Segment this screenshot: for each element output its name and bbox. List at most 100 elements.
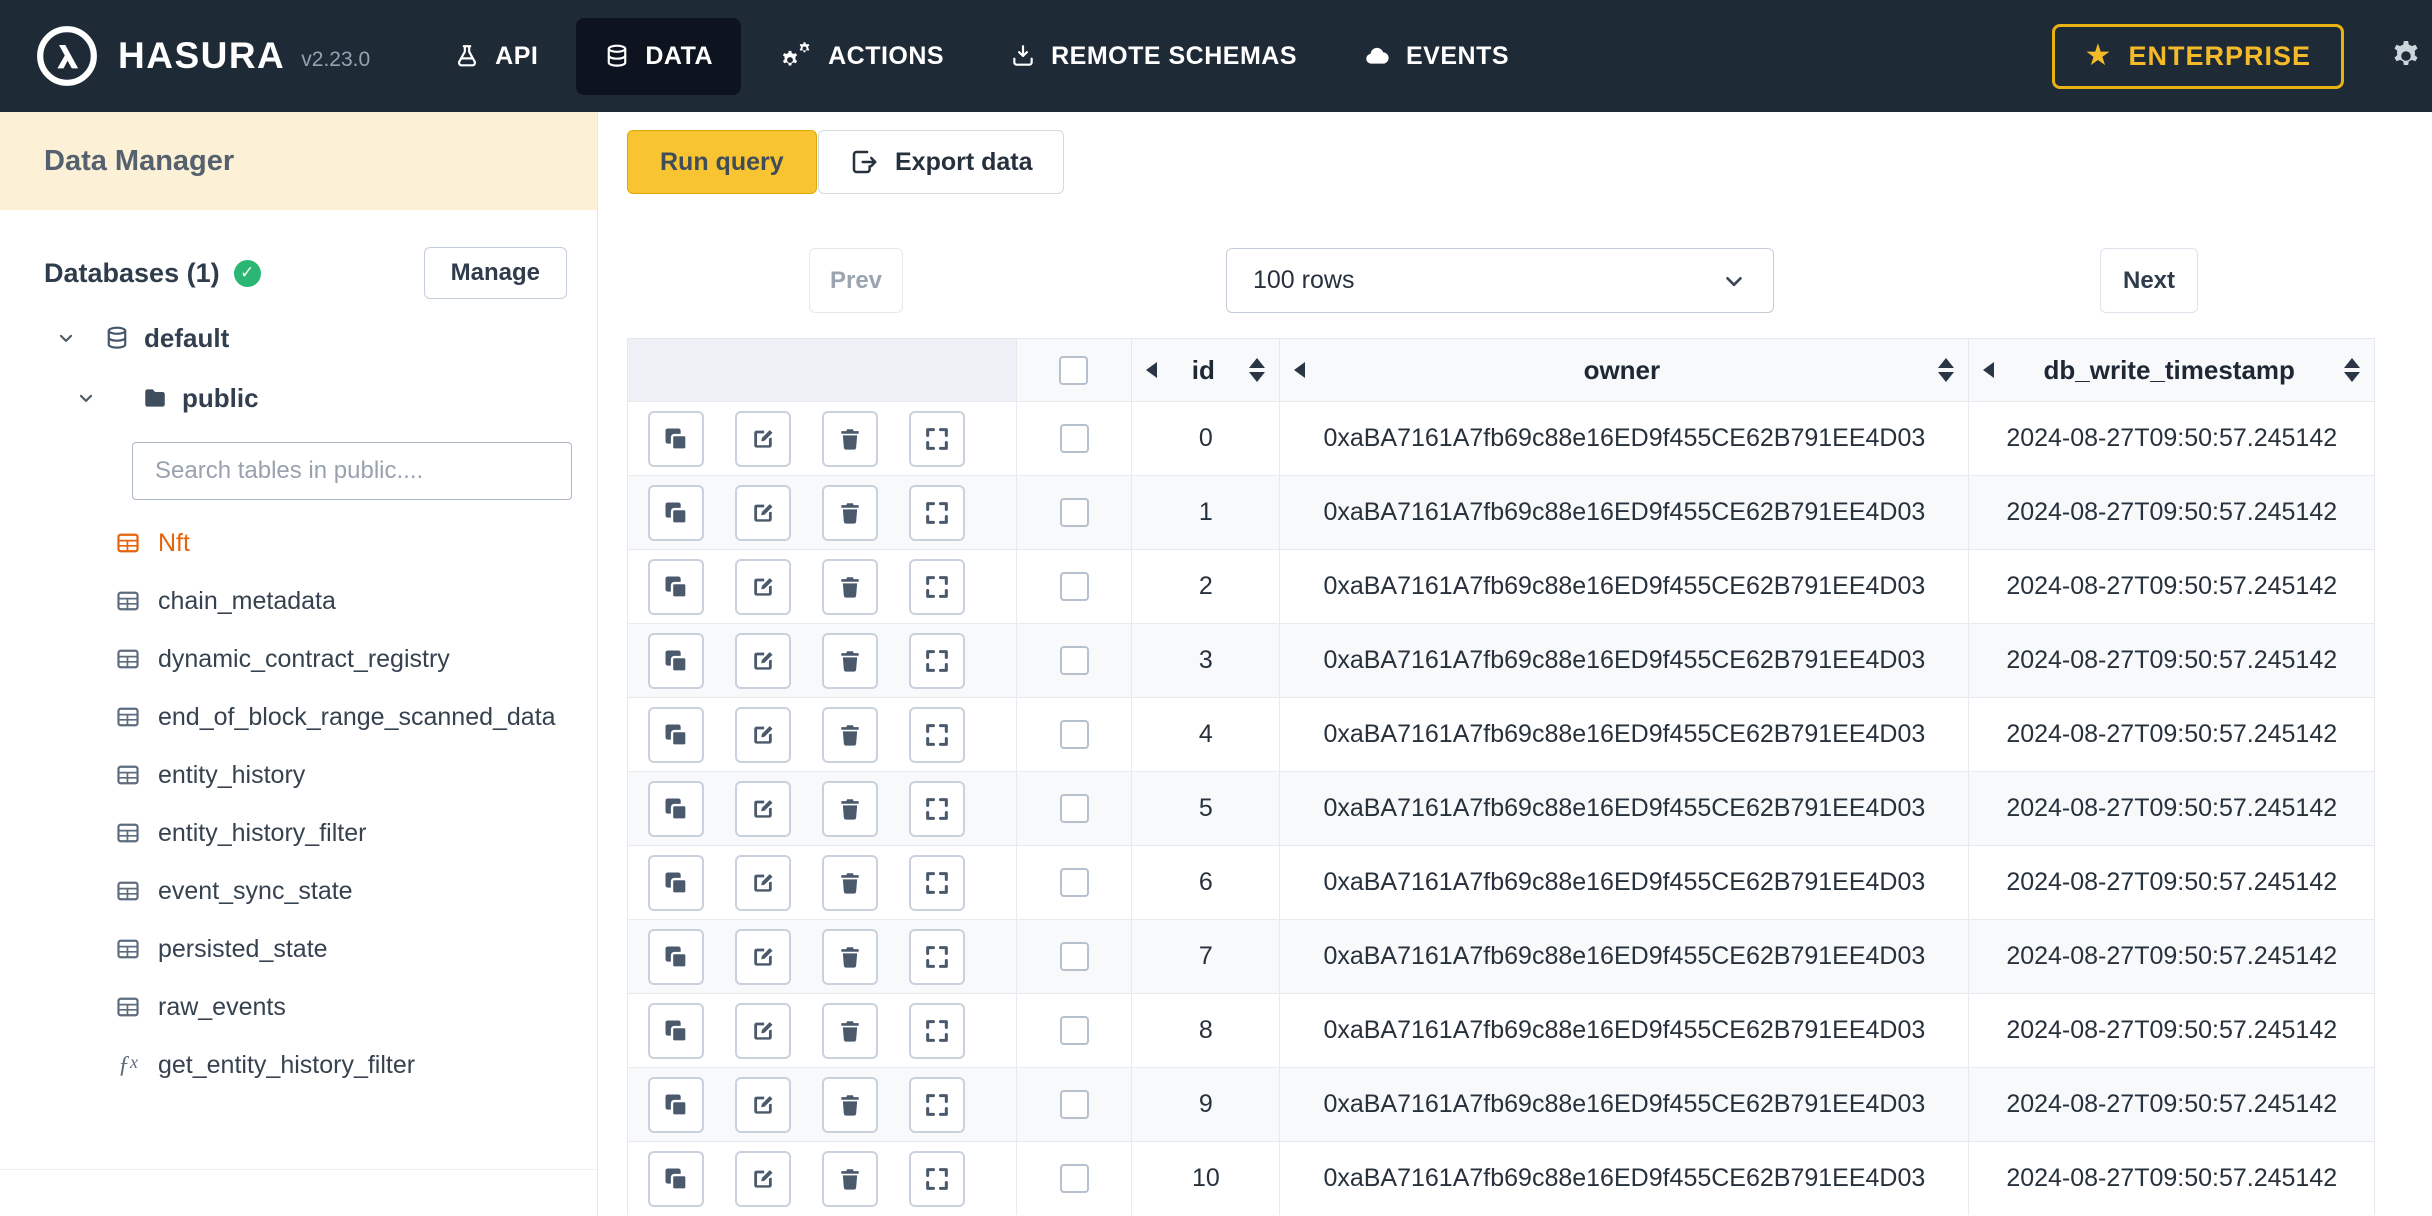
delete-row-button[interactable]: [822, 1002, 878, 1059]
nav-item-data[interactable]: DATA: [576, 17, 742, 95]
clone-row-button[interactable]: [648, 854, 704, 911]
tree-item-schema-public[interactable]: public: [0, 372, 597, 424]
expand-row-button[interactable]: [909, 1002, 965, 1059]
edit-row-button[interactable]: [735, 1076, 791, 1133]
column-header-db-write-timestamp[interactable]: db_write_timestamp: [1969, 339, 2374, 401]
clone-row-button[interactable]: [648, 1150, 704, 1207]
row-checkbox[interactable]: [1059, 1016, 1089, 1045]
tree-item-database-default[interactable]: default: [0, 312, 597, 364]
clone-row-button[interactable]: [648, 928, 704, 985]
clone-row-button[interactable]: [648, 632, 704, 689]
expand-row-button[interactable]: [909, 854, 965, 911]
cell-db-write-timestamp: 2024-08-27T09:50:57.245142: [2006, 572, 2338, 600]
sidebar-table-item[interactable]: Nft: [0, 514, 597, 572]
expand-row-button[interactable]: [909, 410, 965, 467]
row-checkbox[interactable]: [1059, 720, 1089, 749]
edit-row-button[interactable]: [735, 780, 791, 837]
delete-row-button[interactable]: [822, 558, 878, 615]
delete-row-button[interactable]: [822, 1076, 878, 1133]
sidebar-table-item[interactable]: end_of_block_range_scanned_data: [0, 688, 597, 746]
trash-icon: [837, 722, 863, 748]
row-checkbox[interactable]: [1059, 1090, 1089, 1119]
expand-row-button[interactable]: [909, 484, 965, 541]
row-checkbox[interactable]: [1059, 942, 1089, 971]
delete-row-button[interactable]: [822, 410, 878, 467]
edit-row-button[interactable]: [735, 1002, 791, 1059]
edit-row-button[interactable]: [735, 484, 791, 541]
rows-per-page-select[interactable]: 100 rows: [1226, 248, 1774, 313]
sidebar-table-item[interactable]: entity_history_filter: [0, 804, 597, 862]
column-header-owner[interactable]: owner: [1280, 339, 1970, 401]
row-checkbox[interactable]: [1059, 1164, 1089, 1193]
edit-row-button[interactable]: [735, 854, 791, 911]
nav-item-remote-schemas[interactable]: REMOTE SCHEMAS: [982, 18, 1325, 95]
export-data-button[interactable]: Export data: [818, 130, 1064, 194]
expand-row-button[interactable]: [909, 706, 965, 763]
nav-item-api[interactable]: API: [426, 18, 566, 95]
sidebar-table-label: Nft: [158, 528, 190, 557]
sidebar-table-item[interactable]: event_sync_state: [0, 862, 597, 920]
manage-button[interactable]: Manage: [423, 247, 567, 299]
hasura-logo[interactable]: [34, 23, 100, 89]
remote-schemas-icon: [1010, 43, 1036, 69]
expand-row-button[interactable]: [909, 1150, 965, 1207]
column-header-id[interactable]: id: [1132, 339, 1281, 401]
expand-row-button[interactable]: [909, 928, 965, 985]
sidebar-table-item[interactable]: dynamic_contract_registry: [0, 630, 597, 688]
row-checkbox[interactable]: [1059, 868, 1089, 897]
sidebar-table-label: dynamic_contract_registry: [158, 644, 450, 673]
clone-row-button[interactable]: [648, 558, 704, 615]
sidebar-table-item[interactable]: persisted_state: [0, 920, 597, 978]
table-row: 2 0xaBA7161A7fb69c88e16ED9f455CE62B791EE…: [628, 549, 2374, 623]
delete-row-button[interactable]: [822, 632, 878, 689]
edit-row-button[interactable]: [735, 632, 791, 689]
next-page-button[interactable]: Next: [2100, 248, 2198, 313]
sidebar-table-item[interactable]: entity_history: [0, 746, 597, 804]
sidebar-table-item[interactable]: chain_metadata: [0, 572, 597, 630]
delete-row-button[interactable]: [822, 484, 878, 541]
delete-row-button[interactable]: [822, 854, 878, 911]
edit-row-button[interactable]: [735, 410, 791, 467]
row-checkbox[interactable]: [1059, 572, 1089, 601]
row-select-cell: [1017, 476, 1133, 549]
row-checkbox[interactable]: [1059, 424, 1089, 453]
delete-row-button[interactable]: [822, 780, 878, 837]
enterprise-button[interactable]: ★ ENTERPRISE: [2051, 23, 2344, 89]
clone-row-button[interactable]: [648, 484, 704, 541]
settings-gear-icon[interactable]: [2388, 38, 2424, 74]
nav-item-events[interactable]: EVENTS: [1335, 18, 1537, 95]
row-select-cell: [1017, 550, 1133, 623]
clone-row-button[interactable]: [648, 1002, 704, 1059]
sidebar-divider: [0, 1169, 597, 1170]
database-icon: [104, 325, 130, 351]
sidebar-table-item[interactable]: raw_events: [0, 978, 597, 1036]
edit-row-button[interactable]: [735, 558, 791, 615]
clone-row-button[interactable]: [648, 780, 704, 837]
row-checkbox[interactable]: [1059, 498, 1089, 527]
delete-row-button[interactable]: [822, 1150, 878, 1207]
expand-row-button[interactable]: [909, 558, 965, 615]
nav-item-label: API: [495, 41, 539, 70]
expand-row-button[interactable]: [909, 632, 965, 689]
version-label: v2.23.0: [301, 48, 371, 71]
edit-row-button[interactable]: [735, 706, 791, 763]
cell-owner: 0xaBA7161A7fb69c88e16ED9f455CE62B791EE4D…: [1280, 550, 1970, 623]
prev-page-button[interactable]: Prev: [809, 248, 903, 313]
nav-item-actions[interactable]: ACTIONS: [751, 17, 972, 95]
edit-row-button[interactable]: [735, 1150, 791, 1207]
row-checkbox[interactable]: [1059, 646, 1089, 675]
delete-row-button[interactable]: [822, 706, 878, 763]
sidebar-table-item[interactable]: ƒx get_entity_history_filter: [0, 1036, 597, 1094]
select-all-checkbox[interactable]: [1059, 355, 1089, 385]
run-query-button[interactable]: Run query: [627, 130, 817, 194]
row-checkbox[interactable]: [1059, 794, 1089, 823]
table-search-input[interactable]: [132, 442, 572, 500]
clone-row-button[interactable]: [648, 410, 704, 467]
copy-icon: [662, 869, 690, 897]
expand-row-button[interactable]: [909, 780, 965, 837]
edit-row-button[interactable]: [735, 928, 791, 985]
delete-row-button[interactable]: [822, 928, 878, 985]
clone-row-button[interactable]: [648, 1076, 704, 1133]
expand-row-button[interactable]: [909, 1076, 965, 1133]
clone-row-button[interactable]: [648, 706, 704, 763]
